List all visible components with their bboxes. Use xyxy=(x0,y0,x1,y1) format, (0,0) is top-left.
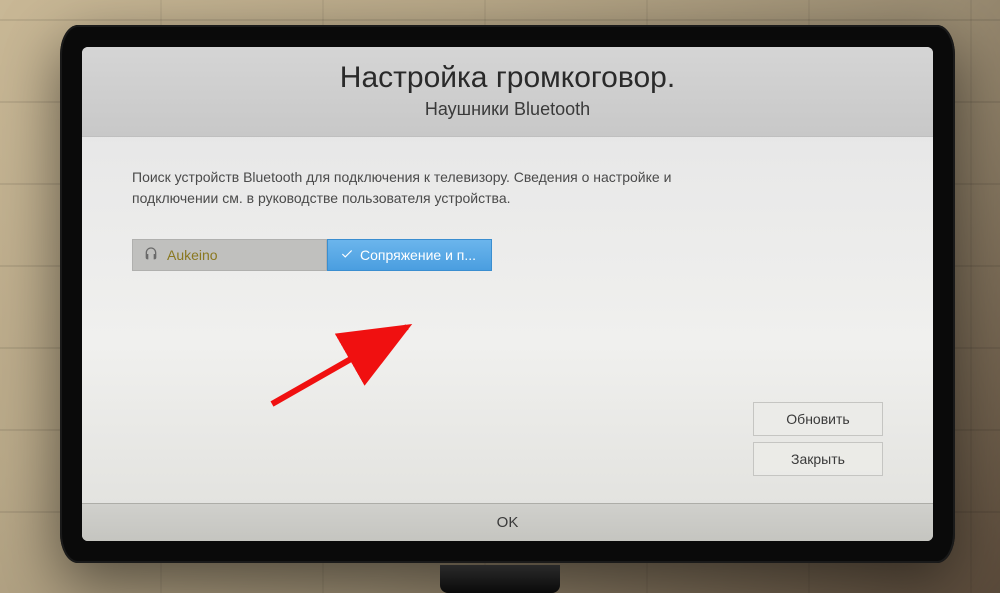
instruction-text: Поиск устройств Bluetooth для подключени… xyxy=(132,167,692,209)
tv-screen: Настройка громкоговор. Наушники Bluetoot… xyxy=(82,47,933,541)
device-row: Aukeino Сопряжение и п... xyxy=(132,239,883,271)
device-name-label: Aukeino xyxy=(167,247,218,263)
content-area: Поиск устройств Bluetooth для подключени… xyxy=(82,137,933,503)
ok-button[interactable]: OK xyxy=(82,503,933,541)
pair-button[interactable]: Сопряжение и п... xyxy=(327,239,492,271)
tv-stand xyxy=(440,565,560,593)
headphone-icon xyxy=(143,246,159,265)
page-title: Настройка громкоговор. xyxy=(82,61,933,95)
tv-frame: Настройка громкоговор. Наушники Bluetoot… xyxy=(60,25,955,563)
page-subtitle: Наушники Bluetooth xyxy=(82,99,933,120)
check-icon xyxy=(340,247,354,264)
close-button[interactable]: Закрыть xyxy=(753,442,883,476)
title-bar: Настройка громкоговор. Наушники Bluetoot… xyxy=(82,47,933,137)
pair-button-label: Сопряжение и п... xyxy=(360,247,476,263)
side-buttons: Обновить Закрыть xyxy=(753,402,883,476)
refresh-button[interactable]: Обновить xyxy=(753,402,883,436)
bluetooth-device-item[interactable]: Aukeino xyxy=(132,239,327,271)
